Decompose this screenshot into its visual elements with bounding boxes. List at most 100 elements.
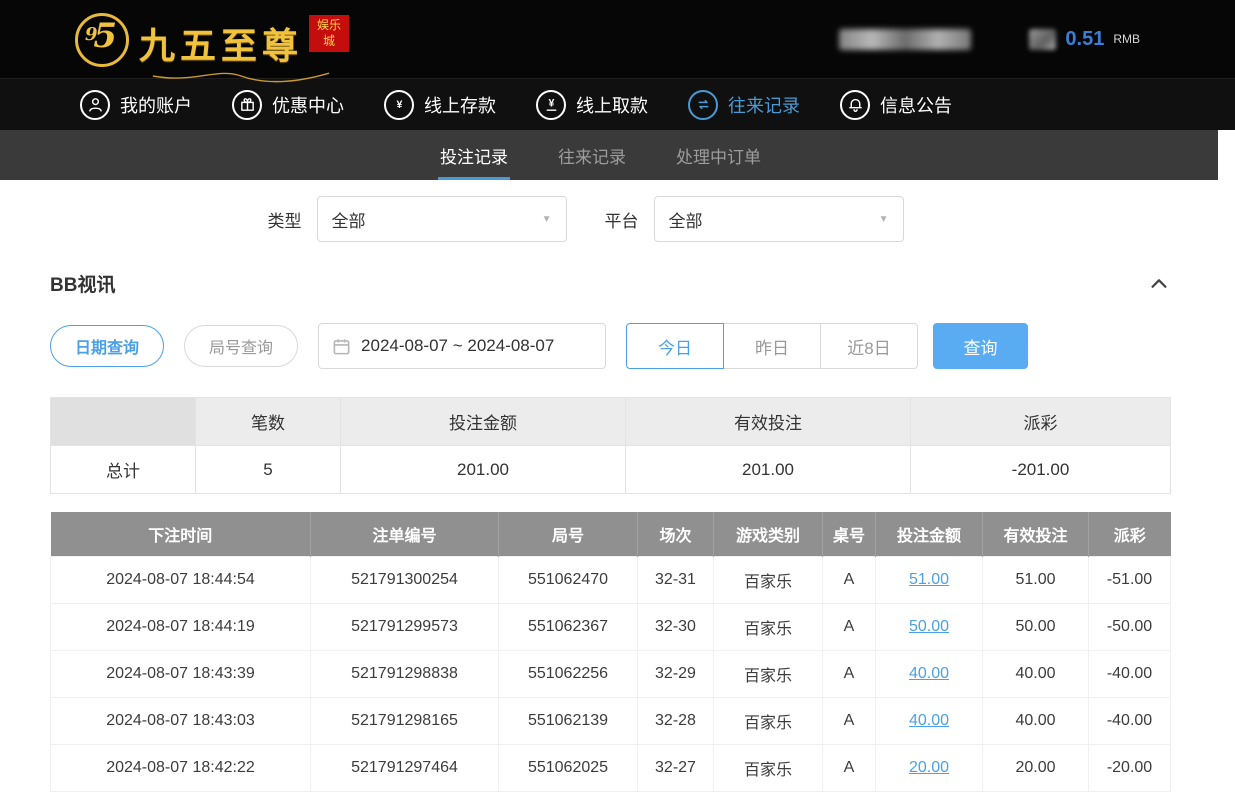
cell-session: 32-31 — [638, 556, 714, 603]
cell-order: 521791300254 — [311, 556, 499, 603]
nav-item-label: 优惠中心 — [272, 92, 344, 118]
logo-badge-line2: 城 — [311, 34, 347, 50]
nav-item-records[interactable]: 往来记录 — [688, 90, 800, 120]
content: 类型 全部 ▼ 平台 全部 ▼ BB视讯 日期查询 — [0, 196, 1235, 792]
cell-game: 百家乐 — [714, 650, 823, 697]
tab-transaction-records[interactable]: 往来记录 — [556, 130, 628, 180]
cell-bet: 40.00 — [876, 697, 983, 744]
col-session: 场次 — [638, 512, 714, 556]
cell-payout: -51.00 — [1089, 556, 1171, 603]
summary-total-label: 总计 — [51, 446, 196, 494]
tab-bet-records[interactable]: 投注记录 — [438, 130, 510, 180]
today-button[interactable]: 今日 — [626, 323, 724, 369]
cell-valid: 50.00 — [983, 603, 1089, 650]
cell-time: 2024-08-07 18:43:03 — [51, 697, 311, 744]
nav-item-label: 我的账户 — [120, 92, 192, 118]
nav-item-promotions[interactable]: 优惠中心 — [232, 90, 344, 120]
bet-amount-link[interactable]: 51.00 — [909, 571, 949, 588]
cell-order: 521791297464 — [311, 744, 499, 791]
type-filter-label: 类型 — [268, 207, 302, 232]
logo-emblem-icon: 9 5 — [75, 13, 129, 67]
user-icon — [80, 90, 110, 120]
bell-icon — [840, 90, 870, 120]
records-subnav: 投注记录 往来记录 处理中订单 — [0, 130, 1218, 180]
balance[interactable]: 0.51 RMB — [1029, 28, 1140, 51]
search-button[interactable]: 查询 — [933, 323, 1028, 369]
cell-round: 551062025 — [499, 744, 638, 791]
table-row: 2024-08-07 18:43:03 521791298165 5510621… — [51, 697, 1171, 744]
cell-valid: 20.00 — [983, 744, 1089, 791]
section-head: BB视讯 — [50, 270, 1170, 297]
summary-bet-value: 201.00 — [341, 446, 626, 494]
balance-amount: 0.51 — [1065, 28, 1104, 51]
chevron-up-icon[interactable] — [1148, 273, 1170, 295]
header-right: 0.51 RMB — [839, 28, 1140, 51]
platform-filter-label: 平台 — [605, 207, 639, 232]
nav-item-deposit[interactable]: ¥ 线上存款 — [384, 90, 496, 120]
tab-processing-orders[interactable]: 处理中订单 — [674, 130, 763, 180]
summary-total-row: 总计 5 201.00 201.00 -201.00 — [51, 446, 1171, 494]
bet-amount-link[interactable]: 50.00 — [909, 618, 949, 635]
cell-table: A — [823, 603, 876, 650]
nav-item-my-account[interactable]: 我的账户 — [80, 90, 192, 120]
cell-valid: 51.00 — [983, 556, 1089, 603]
bet-amount-link[interactable]: 40.00 — [909, 665, 949, 682]
bet-amount-link[interactable]: 40.00 — [909, 712, 949, 729]
col-bet-time: 下注时间 — [51, 512, 311, 556]
cell-bet: 50.00 — [876, 603, 983, 650]
col-table-number: 桌号 — [823, 512, 876, 556]
table-row: 2024-08-07 18:43:39 521791298838 5510622… — [51, 650, 1171, 697]
svg-text:¥: ¥ — [548, 98, 554, 110]
tab-label: 往来记录 — [558, 143, 626, 168]
cell-round: 551062256 — [499, 650, 638, 697]
table-row: 2024-08-07 18:42:22 521791297464 5510620… — [51, 744, 1171, 791]
type-select[interactable]: 全部 ▼ — [317, 196, 567, 242]
page-root: 9 5 九五至尊 娱乐 城 0.51 RMB — [0, 0, 1235, 792]
round-query-button[interactable]: 局号查询 — [184, 325, 298, 367]
cell-time: 2024-08-07 18:43:39 — [51, 650, 311, 697]
logo-flourish-icon — [151, 69, 331, 83]
cell-valid: 40.00 — [983, 697, 1089, 744]
nav-item-label: 线上存款 — [424, 92, 496, 118]
summary-header-row: 笔数 投注金额 有效投注 派彩 — [51, 398, 1171, 446]
logo-title-wrap: 九五至尊 — [139, 9, 303, 69]
cell-payout: -40.00 — [1089, 697, 1171, 744]
nav-item-withdraw[interactable]: ¥ 线上取款 — [536, 90, 648, 120]
yesterday-button[interactable]: 昨日 — [723, 323, 821, 369]
platform-select[interactable]: 全部 ▼ — [654, 196, 904, 242]
summary-count-value: 5 — [196, 446, 341, 494]
svg-text:¥: ¥ — [396, 99, 402, 111]
gift-icon — [232, 90, 262, 120]
last-8-days-button[interactable]: 近8日 — [820, 323, 918, 369]
cell-order: 521791298165 — [311, 697, 499, 744]
nav-item-label: 往来记录 — [728, 92, 800, 118]
table-header-row: 下注时间 注单编号 局号 场次 游戏类别 桌号 投注金额 有效投注 派彩 — [51, 512, 1171, 556]
nav-item-announcements[interactable]: 信息公告 — [840, 90, 952, 120]
cell-table: A — [823, 556, 876, 603]
logo-badge: 娱乐 城 — [309, 15, 349, 52]
summary-header-payout: 派彩 — [911, 398, 1171, 446]
nav-item-label: 线上取款 — [576, 92, 648, 118]
site-logo[interactable]: 9 5 九五至尊 娱乐 城 — [75, 9, 349, 69]
bet-amount-link[interactable]: 20.00 — [909, 759, 949, 776]
chevron-down-icon: ▼ — [542, 214, 552, 225]
logo-badge-line1: 娱乐 — [311, 18, 347, 34]
bet-records-table: 下注时间 注单编号 局号 场次 游戏类别 桌号 投注金额 有效投注 派彩 202… — [50, 512, 1171, 792]
cell-order: 521791299573 — [311, 603, 499, 650]
cell-round: 551062139 — [499, 697, 638, 744]
cell-round: 551062367 — [499, 603, 638, 650]
summary-header-count: 笔数 — [196, 398, 341, 446]
summary-payout-value: -201.00 — [911, 446, 1171, 494]
summary-table: 笔数 投注金额 有效投注 派彩 总计 5 201.00 201.00 -201.… — [50, 397, 1171, 494]
date-range-picker[interactable]: 2024-08-07 ~ 2024-08-07 — [318, 323, 606, 369]
type-filter: 类型 全部 ▼ — [268, 196, 567, 242]
cell-table: A — [823, 650, 876, 697]
main-nav: 我的账户 优惠中心 ¥ 线上存款 ¥ 线上取款 往来记录 — [0, 78, 1235, 130]
cell-valid: 40.00 — [983, 650, 1089, 697]
cell-payout: -50.00 — [1089, 603, 1171, 650]
deposit-icon: ¥ — [384, 90, 414, 120]
date-query-button[interactable]: 日期查询 — [50, 325, 164, 367]
cell-table: A — [823, 744, 876, 791]
cell-session: 32-27 — [638, 744, 714, 791]
cell-table: A — [823, 697, 876, 744]
